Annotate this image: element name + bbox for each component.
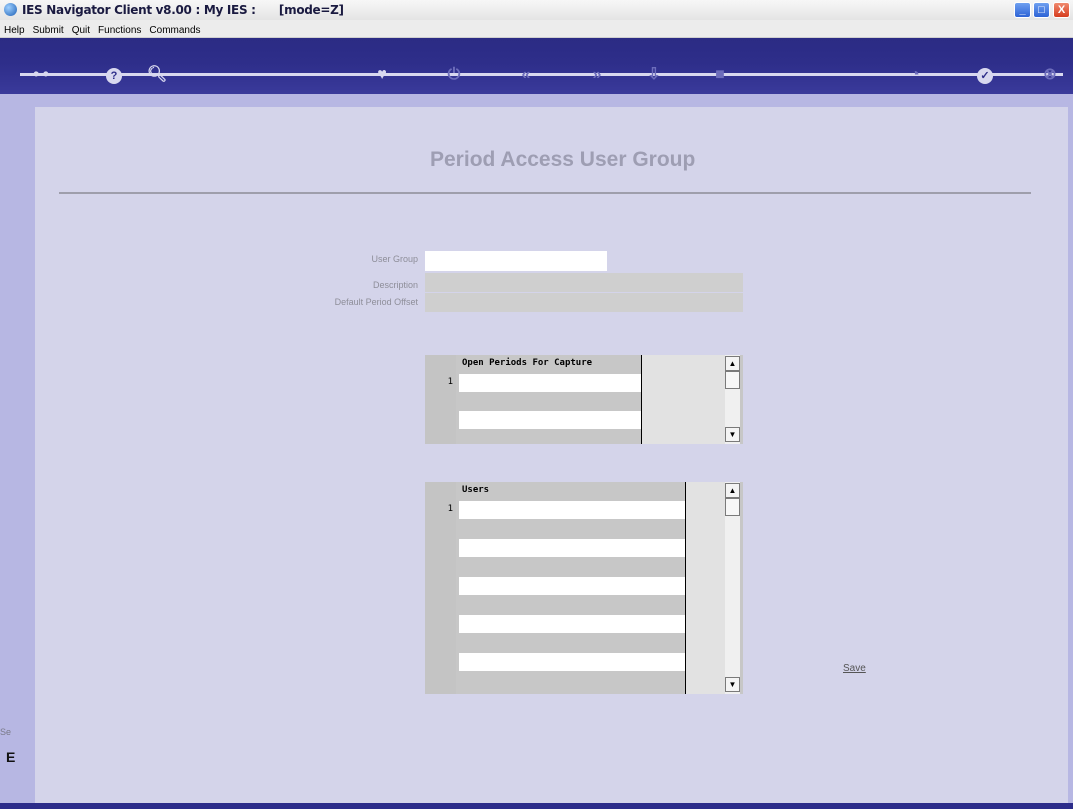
title-divider xyxy=(59,192,1031,194)
search-icon[interactable]: 🔍︎ xyxy=(146,64,168,86)
title-bar: IES Navigator Client v8.00 : My IES : [m… xyxy=(0,0,1073,21)
minimize-button[interactable]: _ xyxy=(1014,2,1031,18)
open-periods-header: Open Periods For Capture xyxy=(462,358,593,368)
menu-help[interactable]: Help xyxy=(0,23,29,39)
open-periods-grid: Open Periods For Capture 1 ▲ ▼ xyxy=(425,355,743,444)
table-row[interactable] xyxy=(459,653,685,671)
scroll-up-button[interactable]: ▲ xyxy=(725,483,740,498)
help-icon[interactable]: ? xyxy=(103,64,125,86)
default-period-offset-label: Default Period Offset xyxy=(334,297,418,307)
app-window: IES Navigator Client v8.00 : My IES : [m… xyxy=(0,0,1073,809)
dashboard-icon[interactable]: ◔ xyxy=(904,64,926,86)
close-icon[interactable]: ⊗ xyxy=(1039,64,1061,86)
description-label: Description xyxy=(372,280,418,290)
toolbar: ⊶ ? 🔍︎ ♥ ⏻ « » ⇩ ■ ◔ ✓ ⊗ xyxy=(0,38,1073,94)
menu-commands[interactable]: Commands xyxy=(145,23,204,39)
stop-icon[interactable]: ■ xyxy=(709,64,731,86)
users-header: Users xyxy=(462,485,490,495)
table-row[interactable] xyxy=(459,392,641,410)
scroll-thumb[interactable] xyxy=(725,371,740,389)
table-row[interactable] xyxy=(459,520,685,538)
users-scrollbar[interactable]: ▲ ▼ xyxy=(725,482,740,694)
table-row[interactable] xyxy=(459,539,685,557)
status-text: Se xyxy=(0,727,12,737)
save-button[interactable]: Save xyxy=(843,663,866,674)
menu-submit[interactable]: Submit xyxy=(29,23,68,39)
scroll-down-button[interactable]: ▼ xyxy=(725,677,740,692)
row-number: 1 xyxy=(447,504,453,514)
next-icon[interactable]: » xyxy=(586,64,608,86)
maximize-button[interactable]: □ xyxy=(1033,2,1050,18)
app-icon xyxy=(4,3,17,16)
user-group-input[interactable] xyxy=(425,251,607,271)
open-periods-scrollbar[interactable]: ▲ ▼ xyxy=(725,355,740,444)
heart-icon[interactable]: ♥ xyxy=(371,64,393,86)
table-row[interactable] xyxy=(459,634,685,652)
table-row[interactable] xyxy=(459,577,685,595)
page-title: Period Access User Group xyxy=(430,148,696,171)
scroll-up-button[interactable]: ▲ xyxy=(725,356,740,371)
grid-blank-area xyxy=(642,355,726,444)
default-period-offset-field xyxy=(425,293,743,312)
status-indicator: E xyxy=(6,749,16,765)
table-row[interactable] xyxy=(459,411,641,429)
users-grid: Users 1 ▲ ▼ xyxy=(425,482,743,694)
description-field xyxy=(425,273,743,292)
left-panel xyxy=(0,94,35,809)
table-row[interactable] xyxy=(459,558,685,576)
previous-icon[interactable]: « xyxy=(515,64,537,86)
scroll-thumb[interactable] xyxy=(725,498,740,516)
user-group-label: User Group xyxy=(371,254,418,264)
menu-bar: Help Submit Quit Functions Commands xyxy=(0,20,1073,38)
table-row[interactable] xyxy=(459,615,685,633)
row-gutter xyxy=(425,355,456,444)
grid-blank-area xyxy=(686,482,726,694)
close-window-button[interactable]: X xyxy=(1053,2,1070,18)
bottom-border xyxy=(0,803,1073,809)
power-icon[interactable]: ⏻ xyxy=(443,64,465,86)
menu-functions[interactable]: Functions xyxy=(94,23,145,39)
form-panel: Period Access User Group User Group Desc… xyxy=(35,107,1068,803)
table-row[interactable] xyxy=(459,374,641,392)
key-icon[interactable]: ⊶ xyxy=(30,64,52,86)
table-row[interactable] xyxy=(459,429,641,444)
menu-quit[interactable]: Quit xyxy=(68,23,94,39)
table-row[interactable] xyxy=(459,672,685,694)
table-row[interactable] xyxy=(459,501,685,519)
table-row[interactable] xyxy=(459,596,685,614)
download-icon[interactable]: ⇩ xyxy=(643,64,665,86)
accept-icon[interactable]: ✓ xyxy=(974,64,996,86)
scroll-down-button[interactable]: ▼ xyxy=(725,427,740,442)
row-number: 1 xyxy=(447,377,453,387)
window-title: IES Navigator Client v8.00 : My IES : [m… xyxy=(22,3,344,17)
